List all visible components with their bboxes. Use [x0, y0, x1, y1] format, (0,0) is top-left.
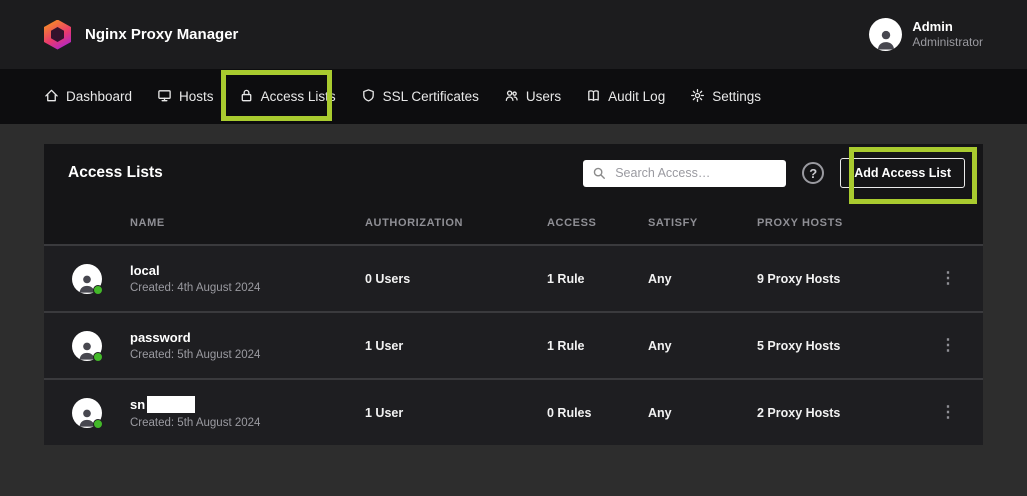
- nav-item-settings[interactable]: Settings: [690, 88, 761, 106]
- screen: Nginx Proxy Manager Admin Administrator …: [0, 0, 1027, 496]
- cell-proxy-hosts: 9 Proxy Hosts: [757, 272, 913, 286]
- redaction-box: [147, 396, 195, 413]
- access-list-created: Created: 4th August 2024: [130, 282, 365, 294]
- access-list-created: Created: 5th August 2024: [130, 417, 365, 429]
- column-header-authorization: AUTHORIZATION: [365, 217, 547, 229]
- cell-satisfy: Any: [648, 272, 757, 286]
- row-avatar: [72, 331, 102, 361]
- nav-item-audit-log[interactable]: Audit Log: [586, 88, 665, 106]
- monitor-icon: [157, 88, 172, 106]
- cell-access: 1 Rule: [547, 339, 648, 353]
- cell-satisfy: Any: [648, 406, 757, 420]
- row-menu-button[interactable]: ⋮: [932, 269, 964, 289]
- row-avatar: [72, 398, 102, 428]
- user-text: Admin Administrator: [912, 19, 983, 50]
- user-name: Admin: [912, 19, 983, 35]
- cell-authorization: 1 User: [365, 339, 547, 353]
- nav-item-dashboard[interactable]: Dashboard: [44, 88, 132, 106]
- online-status-dot: [93, 419, 103, 429]
- row-menu-button[interactable]: ⋮: [932, 336, 964, 356]
- shield-icon: [361, 88, 376, 106]
- search-input[interactable]: [613, 165, 777, 181]
- access-list-name: local: [130, 263, 160, 278]
- nav-item-label: Users: [526, 89, 561, 104]
- cell-proxy-hosts: 2 Proxy Hosts: [757, 406, 913, 420]
- column-header-name: NAME: [130, 217, 365, 229]
- table-row: sn Created: 5th August 2024 1 User 0 Rul…: [44, 378, 983, 445]
- access-lists-panel: Access Lists ? Add Access List NAME AUTH…: [44, 144, 983, 445]
- nav-item-label: Audit Log: [608, 89, 665, 104]
- table-header-row: NAME AUTHORIZATION ACCESS SATISFY PROXY …: [44, 202, 983, 244]
- table-row: local Created: 4th August 2024 0 Users 1…: [44, 244, 983, 311]
- nav-item-hosts[interactable]: Hosts: [157, 88, 214, 106]
- gear-icon: [690, 88, 705, 106]
- search-icon: [592, 166, 606, 180]
- nav-item-users[interactable]: Users: [504, 88, 561, 106]
- app-title: Nginx Proxy Manager: [85, 26, 238, 43]
- nav-item-label: SSL Certificates: [383, 89, 479, 104]
- home-icon: [44, 88, 59, 106]
- user-role: Administrator: [912, 35, 983, 50]
- online-status-dot: [93, 285, 103, 295]
- nav-item-access-lists[interactable]: Access Lists: [239, 88, 336, 106]
- panel-header: Access Lists ? Add Access List: [44, 144, 983, 202]
- nav-item-label: Dashboard: [66, 89, 132, 104]
- lock-icon: [239, 88, 254, 106]
- nav-item-label: Access Lists: [261, 89, 336, 104]
- cell-access: 0 Rules: [547, 406, 648, 420]
- help-button[interactable]: ?: [802, 162, 824, 184]
- app-brand[interactable]: Nginx Proxy Manager: [44, 20, 238, 50]
- access-list-name: password: [130, 330, 191, 345]
- row-avatar: [72, 264, 102, 294]
- users-icon: [504, 88, 519, 106]
- nav-item-label: Hosts: [179, 89, 214, 104]
- column-header-proxy-hosts: PROXY HOSTS: [757, 217, 913, 229]
- topbar: Nginx Proxy Manager Admin Administrator: [0, 0, 1027, 69]
- cell-proxy-hosts: 5 Proxy Hosts: [757, 339, 913, 353]
- access-list-name: sn: [130, 397, 145, 412]
- access-list-created: Created: 5th August 2024: [130, 349, 365, 361]
- nav-item-ssl-certificates[interactable]: SSL Certificates: [361, 88, 479, 106]
- online-status-dot: [93, 352, 103, 362]
- person-icon: [873, 27, 899, 51]
- cell-authorization: 0 Users: [365, 272, 547, 286]
- app-logo-icon: [44, 20, 71, 50]
- column-header-access: ACCESS: [547, 217, 648, 229]
- nav-item-label: Settings: [712, 89, 761, 104]
- book-icon: [586, 88, 601, 106]
- user-menu[interactable]: Admin Administrator: [869, 18, 983, 51]
- add-access-list-button[interactable]: Add Access List: [840, 158, 965, 188]
- row-menu-button[interactable]: ⋮: [932, 403, 964, 423]
- column-header-satisfy: SATISFY: [648, 217, 757, 229]
- panel-title: Access Lists: [68, 164, 583, 182]
- cell-satisfy: Any: [648, 339, 757, 353]
- user-avatar: [869, 18, 902, 51]
- cell-authorization: 1 User: [365, 406, 547, 420]
- table-row: password Created: 5th August 2024 1 User…: [44, 311, 983, 378]
- search-box: [583, 160, 786, 187]
- cell-access: 1 Rule: [547, 272, 648, 286]
- main-nav: Dashboard Hosts Access Lists SSL Certifi…: [0, 69, 1027, 124]
